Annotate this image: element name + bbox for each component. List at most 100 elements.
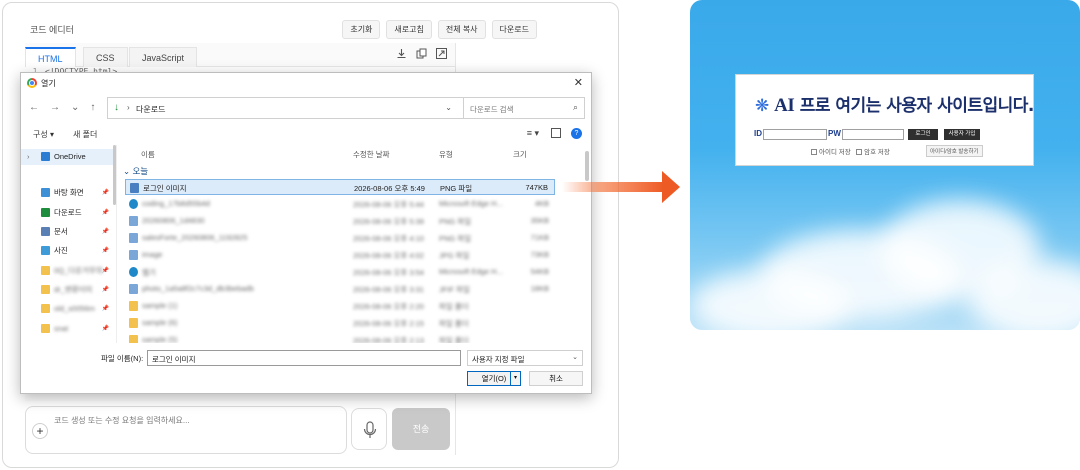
file-name: sample (5) xyxy=(142,335,178,343)
sidebar-item[interactable]: 사진 📌 xyxy=(21,243,113,259)
tab-actions xyxy=(396,48,447,59)
chevron-down-icon[interactable]: ⌄ xyxy=(445,103,452,112)
chrome-logo-icon xyxy=(27,78,37,88)
file-type: 파일 폴더 xyxy=(439,336,469,343)
file-date: 2026-08-06 오후 2:20 xyxy=(353,302,424,311)
file-name: photo_1a5a8f2c7c3d_db3bebadb xyxy=(142,284,254,293)
preview-pane-icon[interactable] xyxy=(551,128,561,138)
view-menu-icon[interactable]: ≡ ▾ xyxy=(527,128,539,139)
prompt-input[interactable]: + 코드 생성 또는 수정 요청을 입력하세요... xyxy=(25,406,347,454)
cloud-icon xyxy=(41,152,50,161)
column-type[interactable]: 유형 xyxy=(439,149,453,160)
pw-label: PW xyxy=(828,129,841,138)
dialog-actions: 열기(O) ▾ 취소 xyxy=(21,371,591,389)
expand-icon[interactable] xyxy=(436,48,447,59)
forward-icon[interactable]: → xyxy=(50,102,60,113)
file-name: 20260806_1d4830 xyxy=(142,216,205,225)
dialog-title: 열기 xyxy=(41,79,56,88)
pin-icon: 📌 xyxy=(101,210,109,216)
image-file-icon xyxy=(129,250,138,260)
file-type: 파일 폴더 xyxy=(439,319,469,328)
copy-icon[interactable] xyxy=(416,48,427,59)
attach-plus-icon[interactable]: + xyxy=(32,423,48,439)
file-type: PNG 파일 xyxy=(439,217,472,226)
column-name[interactable]: 이름 xyxy=(141,149,155,160)
address-bar[interactable]: ↓ › 다운로드 ⌄ ↻ xyxy=(107,97,477,119)
tab-javascript[interactable]: JavaScript xyxy=(129,47,198,67)
filename-input[interactable]: 로그인 이미지 xyxy=(147,350,461,366)
new-folder-button[interactable]: 새 폴더 xyxy=(73,129,97,140)
file-row[interactable]: sample (5) 2026-08-06 오후 2:13 파일 폴더 xyxy=(125,332,555,343)
reset-button[interactable]: 초기화 xyxy=(342,20,381,39)
column-date[interactable]: 수정한 날짜 xyxy=(353,149,390,160)
file-row[interactable]: coding_17b8d55b4d 2026-08-06 오후 5:44 Micro… xyxy=(125,196,555,212)
file-row[interactable]: 로그인 이미지 2026-08-06 오후 5:49 PNG 파일 747KB xyxy=(125,179,555,195)
login-options: 아이디 저장 암호 저장 xyxy=(811,146,890,156)
brand-text: 프로 여기는 사용자 사이트입니다. xyxy=(799,96,1035,116)
sidebar-item[interactable]: 다운로드 📌 xyxy=(21,205,113,221)
download-icon[interactable] xyxy=(396,48,407,59)
path-text: 다운로드 xyxy=(136,105,166,114)
file-date: 2026-08-06 오후 4:02 xyxy=(353,251,424,260)
file-row[interactable]: 웹기 2026-08-06 오후 3:54 Microsoft Edge H... 5… xyxy=(125,264,555,280)
file-date: 2026-08-06 오후 5:49 xyxy=(354,184,425,193)
file-row[interactable]: 20260806_1d4830 2026-08-06 오후 5:39 PNG 파일 3… xyxy=(125,213,555,229)
sidebar-item[interactable]: 바탕 화면 📌 xyxy=(21,185,113,201)
file-row[interactable]: sample (1) 2026-08-06 오후 2:20 파일 폴더 xyxy=(125,298,555,314)
file-type-select[interactable]: 사용자 지정 파일 ⌄ xyxy=(467,350,583,366)
chevron-right-icon[interactable]: › xyxy=(27,149,30,165)
sidebar-item[interactable]: old_s0056m 📌 xyxy=(21,301,113,317)
tab-html[interactable]: HTML xyxy=(25,47,76,67)
command-bar: 구성 ▾ 새 폴더 ≡ ▾ ? xyxy=(21,125,591,143)
close-icon[interactable]: ✕ xyxy=(574,76,583,89)
file-date: 2026-08-06 오후 5:39 xyxy=(353,217,424,226)
pin-icon: 📌 xyxy=(101,248,109,254)
send-button[interactable]: 전송 xyxy=(392,408,450,450)
organize-button[interactable]: 구성 ▾ xyxy=(33,129,54,140)
search-placeholder: 다운로드 검색 xyxy=(470,105,514,114)
file-date: 2026-08-06 오후 5:44 xyxy=(353,200,424,209)
list-header: 이름 수정한 날짜 유형 크기 xyxy=(121,145,583,161)
preview-panel: ❋ AI 프로 여기는 사용자 사이트입니다. ID PW 로그인 사용자 가입… xyxy=(690,0,1080,330)
file-row[interactable]: sample (6) 2026-08-06 오후 2:15 파일 폴더 xyxy=(125,315,555,331)
refresh-button[interactable]: 새로고침 xyxy=(386,20,432,39)
sidebar-item[interactable]: 문서 📌 xyxy=(21,224,113,240)
download-button[interactable]: 다운로드 xyxy=(491,20,537,39)
dialog-titlebar: 열기 ✕ xyxy=(21,73,591,93)
file-type: 파일 폴더 xyxy=(439,302,469,311)
mic-button[interactable] xyxy=(351,408,387,450)
split-dropdown-icon[interactable]: ▾ xyxy=(510,372,520,385)
checkbox xyxy=(856,149,863,155)
file-date: 2026-08-06 오후 3:54 xyxy=(353,268,424,277)
sidebar-item[interactable]: dr_변환이미 📌 xyxy=(21,282,113,298)
column-size[interactable]: 크기 xyxy=(513,149,527,160)
back-icon[interactable]: ← xyxy=(29,102,39,113)
up-icon[interactable]: ↑ xyxy=(90,102,95,113)
sidebar-item-label: OneDrive xyxy=(54,152,86,161)
save-pw-label: 암호 저장 xyxy=(864,149,890,156)
search-input[interactable]: 다운로드 검색 ⌕ xyxy=(463,97,585,119)
help-icon[interactable]: ? xyxy=(571,128,582,139)
group-header[interactable]: ⌄ 오늘 xyxy=(123,165,148,177)
file-row[interactable]: salesForte_20260806_1192825 2026-08-06 오후… xyxy=(125,230,555,246)
copy-all-button[interactable]: 전체 복사 xyxy=(437,20,486,39)
sidebar-item[interactable]: snat 📌 xyxy=(21,321,113,337)
tab-css[interactable]: CSS xyxy=(83,47,128,67)
file-type: Microsoft Edge H... xyxy=(439,199,503,208)
pin-icon: 📌 xyxy=(101,268,109,274)
file-name: sample (6) xyxy=(142,318,178,327)
sidebar-scrollbar[interactable] xyxy=(113,145,116,205)
sidebar-item[interactable]: OneDrive › xyxy=(21,149,113,165)
arrow-shaft xyxy=(562,182,664,192)
open-button[interactable]: 열기(O) ▾ xyxy=(467,371,521,386)
file-size: 18KB xyxy=(530,284,549,293)
list-scrollbar[interactable] xyxy=(585,151,589,181)
file-row[interactable]: image 2026-08-06 오후 4:02 JPG 파일 73KB xyxy=(125,247,555,263)
id-label: ID xyxy=(754,129,762,138)
sidebar-item[interactable]: 0Q_다운거무의 📌 xyxy=(21,263,113,279)
file-row[interactable]: photo_1a5a8f2c7c3d_db3bebadb 2026-08-06 오… xyxy=(125,281,555,297)
cancel-button[interactable]: 취소 xyxy=(529,371,583,386)
folder-icon xyxy=(41,266,50,275)
edge-file-icon xyxy=(129,267,138,277)
chevron-down-icon[interactable]: ⌄ xyxy=(71,102,79,113)
